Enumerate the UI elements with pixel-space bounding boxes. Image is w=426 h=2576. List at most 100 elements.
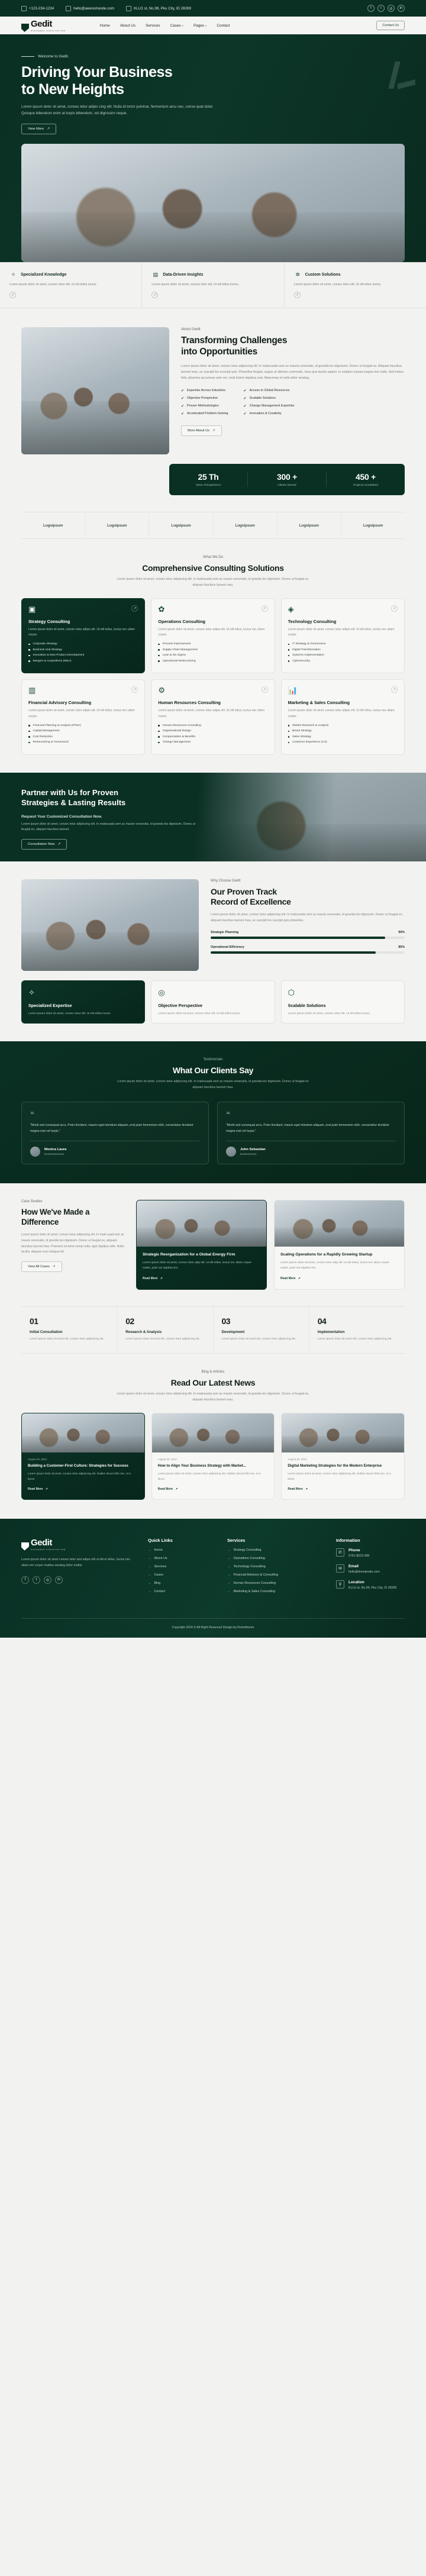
list-item: Lean & Six Sigma <box>158 654 267 657</box>
list-item: → About Us <box>148 1556 167 1560</box>
service-name: Financial Advisory Consulting <box>28 700 92 706</box>
hero-view-more-button[interactable]: View More ↗ <box>21 123 57 134</box>
footer-copyright: Copyright 2024 © All Right Reserved Desi… <box>21 1618 405 1638</box>
blog-post-desc: Lorem ipsum dolor sit amet, consec tetur… <box>288 1472 391 1480</box>
arrow-up-right-icon[interactable]: ↗ <box>390 686 398 693</box>
footer-information-title: Information <box>336 1537 360 1543</box>
nav-item-services[interactable]: Services <box>146 24 160 28</box>
arrow-up-right-icon[interactable]: ↗ <box>390 605 398 612</box>
arrow-up-right-icon[interactable]: ↗ <box>9 292 16 299</box>
info-value[interactable]: 0761-8523-398 <box>348 1554 369 1558</box>
process-desc: Lorem ipsum dolor sit amet elit, consec … <box>221 1338 296 1341</box>
track-eyebrow: Why Choose Gedit <box>211 879 241 883</box>
read-more-link[interactable]: Read More ↗ <box>158 1487 178 1491</box>
nav-item-contact[interactable]: Contact <box>217 24 230 28</box>
list-item: Change Management <box>158 741 267 744</box>
case-card[interactable]: Scaling Operations for a Rapidly Growing… <box>274 1200 405 1290</box>
process-desc: Lorem ipsum dolor sit amet elit, consec … <box>30 1338 104 1341</box>
arrow-up-right-icon[interactable]: ↗ <box>261 605 268 612</box>
info-value[interactable]: hello@domainsite.com <box>348 1570 380 1574</box>
blog-card[interactable]: August 20, 2024 Building a Customer-Firs… <box>21 1412 145 1500</box>
eyebrow-line <box>21 56 34 57</box>
client-logo: Logoipsum <box>277 512 341 539</box>
service-items: IT Strategy & Governance Digital Transfo… <box>288 643 398 663</box>
facebook-icon[interactable]: f <box>367 5 375 12</box>
arrow-up-right-icon[interactable]: ↗ <box>293 292 301 299</box>
location-icon <box>126 5 132 11</box>
read-more-link[interactable]: Read More ↗ <box>288 1487 308 1491</box>
custom-solutions-icon: ✲ <box>295 271 300 277</box>
blog-card[interactable]: August 20, 2024 How to Align Your Busine… <box>151 1412 275 1500</box>
consultation-now-button[interactable]: Consultation Now ↗ <box>21 839 67 850</box>
footer-quick-links-title: Quick Links <box>148 1537 173 1543</box>
client-logo: Logoipsum <box>21 512 86 539</box>
footer-info-phone: ✆ Phone 0761-8523-398 <box>336 1548 405 1558</box>
arrow-right-icon: → <box>227 1548 231 1552</box>
contact-us-button[interactable]: Contact Us <box>376 21 405 30</box>
arrow-up-right-icon[interactable]: ↗ <box>131 605 138 612</box>
logo-mark-icon <box>21 1542 29 1551</box>
feature-card[interactable]: ✲ Custom Solutions Lorem ipsum dolor sit… <box>285 263 426 308</box>
topbar-phone[interactable]: +123-234-1234 <box>21 5 54 11</box>
more-about-us-button[interactable]: More About Us ↗ <box>181 425 222 436</box>
arrow-up-right-icon[interactable]: ↗ <box>131 686 138 693</box>
site-logo[interactable]: Gedit MANAGEMENT CONSULTING FIRM <box>21 19 66 32</box>
view-all-cases-button[interactable]: View All Cases ↗ <box>21 1261 62 1272</box>
cta-subtitle: Request Your Customized Consultation Now… <box>21 814 102 819</box>
list-item: ✔ Expertise Across Industries <box>181 389 226 393</box>
arrow-up-right-icon[interactable]: ↗ <box>151 292 159 299</box>
instagram-icon[interactable]: ◎ <box>388 5 395 12</box>
footer-logo[interactable]: Gedit MANAGEMENT CONSULTING FIRM <box>21 1538 133 1551</box>
service-card-marketing[interactable]: 📊 ↗ Marketing & Sales Consulting Lorem i… <box>280 679 405 755</box>
arrow-up-right-icon[interactable]: ↗ <box>261 686 268 693</box>
cases-eyebrow: Case Studies <box>21 1200 43 1204</box>
topbar-email[interactable]: hello@awesomesite.com <box>66 5 114 11</box>
client-logo: Logoipsum <box>363 523 383 528</box>
feature-card[interactable]: ▤ Data-Driven Insights Lorem ipsum dolor… <box>142 262 285 308</box>
track-card-specialized[interactable]: ✧ Specialized Expertise Lorem ipsum dolo… <box>21 980 146 1024</box>
list-item: Market Research & Analysis <box>288 724 398 727</box>
service-card-technology[interactable]: ◈ ↗ Technology Consulting Lorem ipsum do… <box>280 598 405 674</box>
testimonials-eyebrow: Testimonials <box>203 1057 223 1061</box>
service-card-strategy[interactable]: ▣ ↗ Strategy Consulting Lorem ipsum dolo… <box>21 598 146 674</box>
service-desc: Lorem ipsum dolor sit amet, consec tetur… <box>158 709 265 718</box>
case-studies-section: Case Studies How We've Made a Difference … <box>21 1183 405 1290</box>
nav-item-home[interactable]: Home <box>100 24 110 28</box>
hero-title-line1: Driving Your Business <box>21 64 173 80</box>
twitter-icon[interactable]: t <box>377 5 385 12</box>
read-more-link[interactable]: Read More ↗ <box>280 1277 301 1280</box>
arrow-right-icon: → <box>148 1581 151 1585</box>
nav-item-pages[interactable]: Pages ▾ <box>193 24 206 28</box>
case-card[interactable]: Strategic Reorganization for a Global En… <box>136 1200 267 1290</box>
service-card-financial[interactable]: ▥ ↗ Financial Advisory Consulting Lorem … <box>21 679 146 755</box>
list-item: → Cases <box>148 1573 163 1577</box>
feature-card[interactable]: ✧ Specialized Knowledge Lorem ipsum dolo… <box>0 262 143 308</box>
nav-item-about[interactable]: About Us <box>120 24 135 28</box>
twitter-icon[interactable]: t <box>33 1576 40 1584</box>
blog-subtitle: Lorem ipsum dolor sit amet, consec tetur… <box>117 1392 309 1402</box>
track-card-scalable[interactable]: ⬡ Scalable Solutions Lorem ipsum dolor s… <box>280 980 405 1024</box>
track-card-objective[interactable]: ◎ Objective Perspective Lorem ipsum dolo… <box>151 980 275 1024</box>
track-card-desc: Lorem ipsum dolor sit amet, consec tetur… <box>288 1012 371 1015</box>
instagram-icon[interactable]: ◎ <box>44 1576 51 1584</box>
service-card-operations[interactable]: ✿ ↗ Operations Consulting Lorem ipsum do… <box>151 598 275 674</box>
hero-image <box>21 143 405 262</box>
nav-item-cases[interactable]: Cases ▾ <box>170 24 183 28</box>
read-more-link[interactable]: Read More ↗ <box>28 1487 48 1491</box>
service-card-hr[interactable]: ⚙ ↗ Human Resources Consulting Lorem ips… <box>151 679 275 755</box>
hero-eyebrow: Welcome to Gedit. <box>21 54 405 59</box>
stat-value: 450 + <box>356 472 376 482</box>
check-icon: ✔ <box>243 404 247 408</box>
arrow-up-right-icon: ↗ <box>45 1487 48 1491</box>
case-title: Scaling Operations for a Rapidly Growing… <box>280 1253 373 1257</box>
linkedin-icon[interactable]: in <box>398 5 405 12</box>
list-item: ✔ Innovation & Creativity <box>243 412 282 416</box>
linkedin-icon[interactable]: in <box>55 1576 63 1584</box>
blog-card[interactable]: August 20, 2024 Digital Marketing Strate… <box>281 1412 405 1500</box>
facebook-icon[interactable]: f <box>21 1576 29 1584</box>
list-item: ✔ Accelerated Problem-Solving <box>181 412 228 416</box>
list-item: ✔ Access to Global Resources <box>243 389 290 393</box>
testimonial-name: Monica Laura <box>44 1148 67 1152</box>
check-icon: ✔ <box>243 389 247 393</box>
read-more-link[interactable]: Read More ↗ <box>143 1277 163 1280</box>
